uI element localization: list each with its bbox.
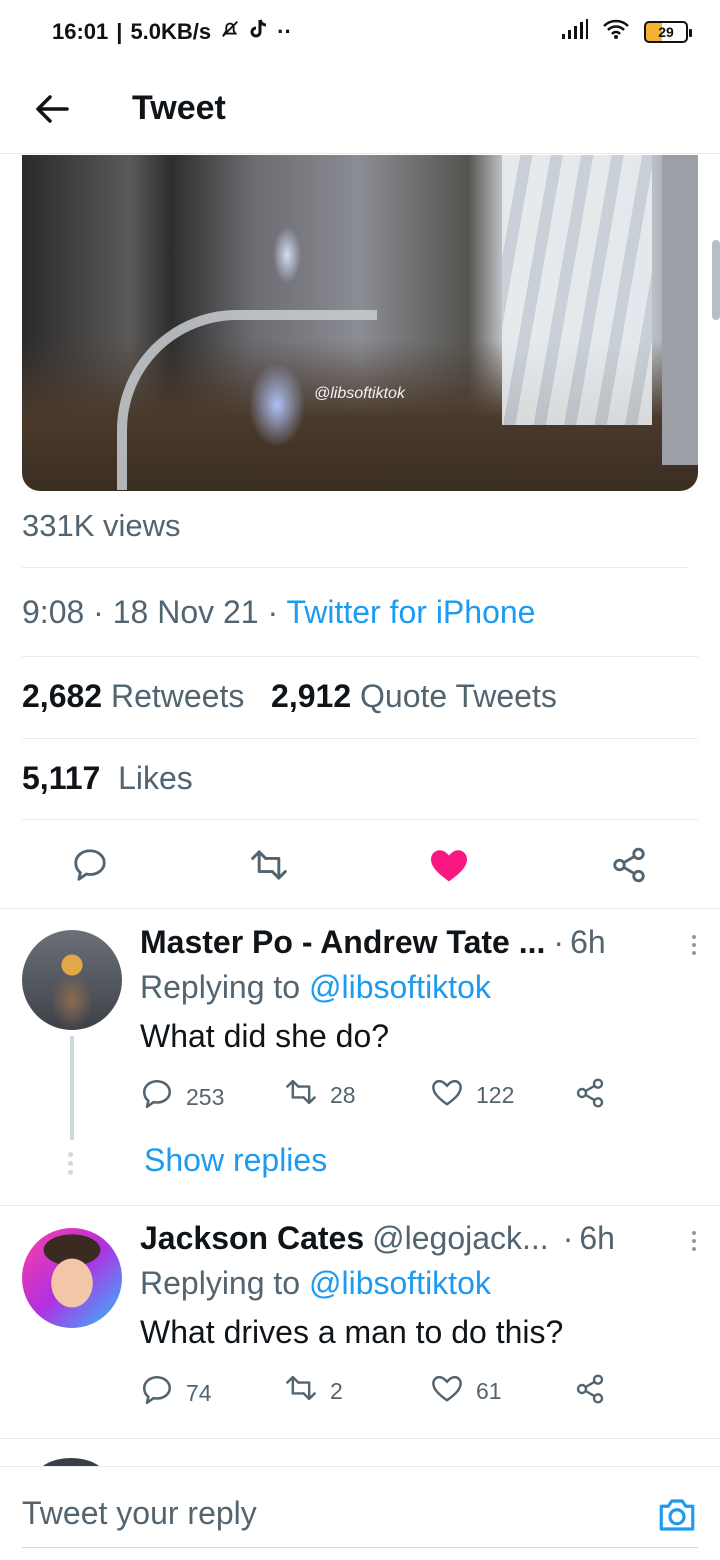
likes-label: Likes <box>118 760 193 796</box>
divider <box>0 1438 720 1439</box>
quotes-count: 2,912 <box>271 678 352 714</box>
thread-dots <box>68 1152 73 1175</box>
avatar[interactable] <box>22 930 122 1030</box>
avatar <box>36 1458 106 1466</box>
reply-time: 6h <box>570 924 606 960</box>
share-icon[interactable] <box>606 842 652 888</box>
retweet-count: 2 <box>330 1377 343 1404</box>
replying-label: Replying to <box>140 1265 301 1301</box>
author-name[interactable]: Master Po - Andrew Tate ... <box>140 924 545 961</box>
avatar[interactable] <box>22 1228 122 1328</box>
more-notifications-icon: ·· <box>277 19 292 44</box>
quotes-label: Quote Tweets <box>360 678 557 714</box>
retweets-label: Retweets <box>110 678 245 714</box>
retweet-button[interactable]: 2 <box>284 1373 343 1409</box>
reply-button[interactable]: 253 <box>140 1077 224 1117</box>
more-options-icon[interactable] <box>684 930 704 960</box>
divider <box>0 908 720 909</box>
divider <box>22 656 698 657</box>
like-count: 122 <box>476 1081 515 1108</box>
divider <box>22 567 688 568</box>
battery-level: 29 <box>658 24 674 40</box>
signal-icon <box>562 19 588 45</box>
retweet-icon <box>284 1077 318 1113</box>
author-name[interactable]: Jackson Cates <box>140 1220 364 1257</box>
replying-label: Replying to <box>140 969 301 1005</box>
next-reply-peek <box>0 1440 720 1466</box>
tweet-timestamp: 9:08 · 18 Nov 21 · Twitter for iPhone <box>22 594 536 630</box>
share-button[interactable] <box>574 1373 606 1411</box>
reply-count: 253 <box>186 1083 225 1110</box>
reply-icon <box>140 1077 174 1117</box>
wifi-icon <box>602 18 630 46</box>
mute-bell-icon <box>219 18 241 46</box>
status-bar: 16:01 | 5.0KB/s ·· 29 <box>0 0 720 64</box>
battery-icon: 29 <box>644 21 692 43</box>
like-button[interactable]: 122 <box>430 1077 514 1113</box>
reply-tweet[interactable]: Master Po - Andrew Tate ... · 6h Replyin… <box>0 924 720 1204</box>
tweet-time: 9:08 <box>22 594 85 630</box>
divider <box>22 738 698 739</box>
tweet-source-link[interactable]: Twitter for iPhone <box>286 594 535 630</box>
reply-count: 74 <box>186 1379 212 1406</box>
tweet-date: 18 Nov 21 <box>112 594 259 630</box>
retweets-count: 2,682 <box>22 678 103 714</box>
reply-tweet[interactable]: Jackson Cates @legojack... · 6h Replying… <box>0 1220 720 1430</box>
retweet-icon <box>284 1373 318 1409</box>
quote-tweets-stat[interactable]: 2,912 Quote Tweets <box>271 678 557 714</box>
composer-underline <box>22 1547 698 1548</box>
retweet-button[interactable]: 28 <box>284 1077 356 1113</box>
back-arrow-icon[interactable] <box>22 79 82 139</box>
reply-icon[interactable] <box>67 842 113 888</box>
mention-link[interactable]: @libsoftiktok <box>309 969 491 1005</box>
reply-action-bar: 74 2 61 <box>140 1373 690 1413</box>
show-replies-link[interactable]: Show replies <box>144 1142 327 1179</box>
reply-action-bar: 253 28 122 <box>140 1077 690 1117</box>
like-heart-icon[interactable] <box>426 842 472 888</box>
thread-line <box>70 1036 74 1140</box>
scrollbar[interactable] <box>712 240 720 320</box>
reply-composer[interactable]: Tweet your reply <box>0 1466 720 1560</box>
tweet-action-bar <box>0 834 720 896</box>
retweet-icon[interactable] <box>246 842 292 888</box>
mention-link[interactable]: @libsoftiktok <box>309 1265 491 1301</box>
video-frame-curtain <box>502 155 652 425</box>
share-icon <box>574 1077 606 1115</box>
reply-author: Jackson Cates @legojack... · 6h <box>140 1220 615 1257</box>
like-count: 61 <box>476 1377 502 1404</box>
camera-icon[interactable] <box>656 1495 698 1535</box>
tiktok-icon <box>249 18 269 46</box>
page-title: Tweet <box>132 89 226 127</box>
reply-text: What did she do? <box>140 1018 390 1054</box>
likes-stat[interactable]: 5,117 Likes <box>22 760 193 797</box>
more-options-icon[interactable] <box>684 1226 704 1256</box>
retweets-stat[interactable]: 2,682 Retweets <box>22 678 244 714</box>
replying-to: Replying to @libsoftiktok <box>140 1265 690 1302</box>
divider <box>22 819 698 820</box>
divider <box>0 1205 720 1206</box>
reply-input[interactable]: Tweet your reply <box>22 1495 257 1532</box>
author-handle: @legojack... <box>372 1220 549 1256</box>
video-frame-door <box>662 155 698 465</box>
replying-to: Replying to @libsoftiktok <box>140 969 690 1006</box>
share-icon <box>574 1373 606 1411</box>
reply-time: 6h <box>579 1220 615 1256</box>
video-watermark: @libsoftiktok <box>314 385 405 402</box>
share-button[interactable] <box>574 1077 606 1115</box>
tweet-video[interactable]: @libsoftiktok <box>22 155 698 491</box>
top-app-bar: Tweet <box>0 64 720 154</box>
likes-count: 5,117 <box>22 760 101 796</box>
view-count: 331K views <box>22 508 181 543</box>
engagement-stats: 2,682 Retweets 2,912 Quote Tweets <box>22 678 557 715</box>
heart-outline-icon <box>430 1077 464 1113</box>
reply-button[interactable]: 74 <box>140 1373 212 1413</box>
status-time: 16:01 <box>52 19 109 44</box>
reply-icon <box>140 1373 174 1413</box>
reply-author: Master Po - Andrew Tate ... · 6h <box>140 924 606 961</box>
reply-text: What drives a man to do this? <box>140 1314 564 1350</box>
network-speed: 5.0KB/s <box>130 19 212 44</box>
retweet-count: 28 <box>330 1081 356 1108</box>
heart-outline-icon <box>430 1373 464 1409</box>
like-button[interactable]: 61 <box>430 1373 502 1409</box>
